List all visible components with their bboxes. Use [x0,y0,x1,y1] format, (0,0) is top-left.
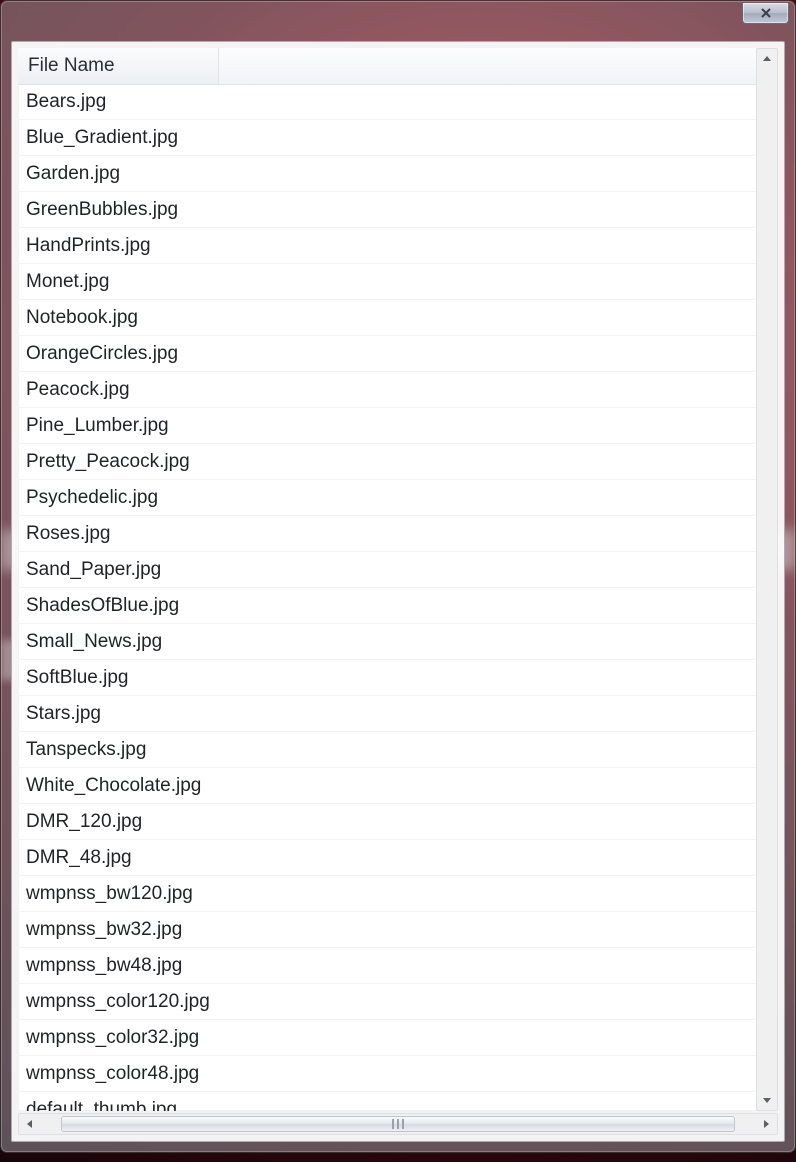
scroll-right-button[interactable] [755,1114,777,1134]
table-row[interactable]: wmpnss_color120.jpg [18,984,760,1020]
file-name-cell: DMR_48.jpg [26,847,132,869]
table-row[interactable]: Pretty_Peacock.jpg [18,444,760,480]
file-name-cell: Roses.jpg [26,523,111,545]
table-row[interactable]: Monet.jpg [18,264,760,300]
chevron-left-icon [25,1119,35,1129]
file-name-cell: Psychedelic.jpg [26,487,158,509]
table-row[interactable]: wmpnss_color32.jpg [18,1020,760,1056]
table-row[interactable]: Bears.jpg [18,84,760,120]
scroll-left-button[interactable] [19,1114,41,1134]
scroll-grip-icon [392,1119,404,1129]
scroll-up-button[interactable] [757,49,777,69]
table-row[interactable]: wmpnss_bw32.jpg [18,912,760,948]
table-row[interactable]: Sand_Paper.jpg [18,552,760,588]
column-header-label: File Name [28,55,115,77]
file-name-cell: Blue_Gradient.jpg [26,127,178,149]
file-name-cell: White_Chocolate.jpg [26,775,201,797]
file-name-cell: HandPrints.jpg [26,235,151,257]
file-name-cell: GreenBubbles.jpg [26,199,178,221]
table-row[interactable]: Stars.jpg [18,696,760,732]
table-row[interactable]: DMR_48.jpg [18,840,760,876]
table-row[interactable]: wmpnss_bw48.jpg [18,948,760,984]
horizontal-scrollbar[interactable] [18,1113,778,1135]
scroll-down-button[interactable] [757,1090,777,1110]
table-row[interactable]: default_thumb.jpg [18,1092,760,1111]
file-name-cell: Pine_Lumber.jpg [26,415,169,437]
table-row[interactable]: DMR_120.jpg [18,804,760,840]
table-row[interactable]: SoftBlue.jpg [18,660,760,696]
file-name-cell: Monet.jpg [26,271,109,293]
file-list: File Name Bears.jpg Blue_Gradient.jpg Gard… [18,48,760,1111]
horizontal-scroll-thumb[interactable] [61,1116,735,1132]
table-row[interactable]: White_Chocolate.jpg [18,768,760,804]
table-row[interactable]: Blue_Gradient.jpg [18,120,760,156]
table-row[interactable]: Psychedelic.jpg [18,480,760,516]
file-name-cell: Sand_Paper.jpg [26,559,161,581]
close-icon [761,8,771,18]
file-name-cell: wmpnss_color48.jpg [26,1063,199,1085]
file-name-cell: SoftBlue.jpg [26,667,128,689]
file-name-cell: DMR_120.jpg [26,811,142,833]
vertical-scroll-track[interactable] [757,69,777,1090]
table-row[interactable]: wmpnss_bw120.jpg [18,876,760,912]
table-row[interactable]: Notebook.jpg [18,300,760,336]
file-name-cell: ShadesOfBlue.jpg [26,595,179,617]
chevron-down-icon [762,1095,772,1105]
file-name-cell: Garden.jpg [26,163,120,185]
table-row[interactable]: GreenBubbles.jpg [18,192,760,228]
file-name-cell: Small_News.jpg [26,631,162,653]
file-name-cell: Tanspecks.jpg [26,739,146,761]
file-name-cell: wmpnss_bw120.jpg [26,883,193,905]
file-name-cell: OrangeCircles.jpg [26,343,178,365]
close-button[interactable] [742,3,789,24]
file-name-cell: wmpnss_bw32.jpg [26,919,182,941]
chevron-up-icon [762,54,772,64]
column-header-filename[interactable]: File Name [18,48,219,84]
file-name-cell: Stars.jpg [26,703,101,725]
table-row[interactable]: Peacock.jpg [18,372,760,408]
titlebar[interactable] [1,1,795,35]
table-row[interactable]: Roses.jpg [18,516,760,552]
file-name-cell: Notebook.jpg [26,307,138,329]
file-list-window: Your Computers Files have been E Your fi… [0,0,796,1153]
file-name-cell: Bears.jpg [26,91,106,113]
file-name-cell: default_thumb.jpg [26,1099,177,1112]
file-name-cell: Pretty_Peacock.jpg [26,451,190,473]
chevron-right-icon [761,1119,771,1129]
file-name-cell: wmpnss_color32.jpg [26,1027,199,1049]
file-name-cell: Peacock.jpg [26,379,130,401]
table-row[interactable]: Small_News.jpg [18,624,760,660]
table-row[interactable]: Pine_Lumber.jpg [18,408,760,444]
list-header: File Name [18,48,760,85]
table-row[interactable]: HandPrints.jpg [18,228,760,264]
list-body[interactable]: Bears.jpg Blue_Gradient.jpg Garden.jpg Gree… [18,84,760,1111]
table-row[interactable]: Garden.jpg [18,156,760,192]
table-row[interactable]: Tanspecks.jpg [18,732,760,768]
table-row[interactable]: OrangeCircles.jpg [18,336,760,372]
table-row[interactable]: ShadesOfBlue.jpg [18,588,760,624]
table-row[interactable]: wmpnss_color48.jpg [18,1056,760,1092]
horizontal-scroll-track[interactable] [41,1116,755,1132]
file-name-cell: wmpnss_color120.jpg [26,991,210,1013]
client-area: Your Computers Files have been E Your fi… [11,41,785,1142]
file-name-cell: wmpnss_bw48.jpg [26,955,182,977]
vertical-scrollbar[interactable] [756,48,778,1111]
